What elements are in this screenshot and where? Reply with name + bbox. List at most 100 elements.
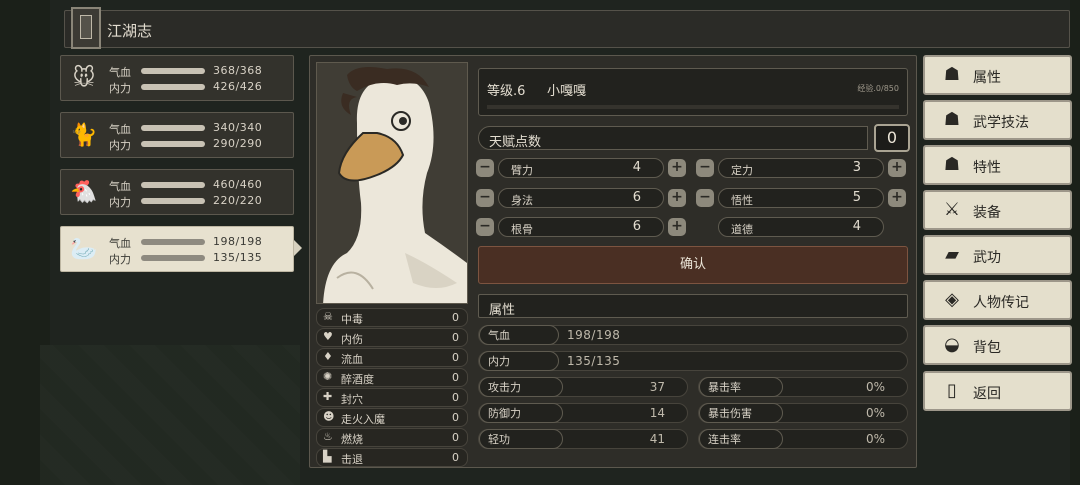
hp-bar (141, 125, 205, 131)
attribute-name: 定力 (731, 164, 753, 177)
hp-value: 368/368 (213, 64, 263, 77)
menu-label: 武功 (973, 250, 1001, 266)
minus-button[interactable]: − (696, 189, 714, 207)
menu-traits[interactable]: ☗ 特性 (923, 145, 1072, 185)
title-bar: 江湖志 (64, 7, 1070, 49)
stat-defense: 防御力 14 (478, 403, 688, 423)
goose-icon: 🦢 (70, 237, 98, 262)
party-member-3[interactable]: 🐔 气血 460/460 内力 220/220 (60, 169, 294, 215)
stat-value: 14 (649, 406, 665, 420)
menu-martial-skills[interactable]: ☗ 武学技法 (923, 100, 1072, 140)
status-row: ♨ 燃烧 0 (316, 428, 468, 447)
status-value: 0 (452, 331, 459, 344)
attribute-name: 臂力 (511, 164, 533, 177)
level-box: 等级.6 小嘎嘎 经验.0/850 (478, 68, 908, 116)
attribute-name: 身法 (511, 194, 533, 207)
minus-button[interactable]: − (476, 218, 494, 236)
plus-button[interactable]: + (888, 159, 906, 177)
status-effects-list: ☠ 中毒 0 ♥ 内伤 0 ♦ 流血 0 ✺ 醉酒度 0 ✚ 封穴 0 ☻ 走火入魔 0 ♨ 燃烧 0 ▙ 击… (316, 308, 468, 468)
stat-value: 0% (865, 406, 885, 420)
attribute-box: 道德 4 (718, 217, 884, 237)
party-member-4-selected[interactable]: 🦢 气血 198/198 内力 135/135 (60, 226, 294, 272)
attribute-box: 身法 6 (498, 188, 664, 208)
demon-icon: ☻ (323, 410, 335, 423)
status-name: 击退 (341, 453, 363, 466)
fire-icon: ♨ (323, 430, 333, 443)
mp-pool-label: 内力 (479, 351, 559, 371)
status-name: 封穴 (341, 393, 363, 406)
status-name: 流血 (341, 353, 363, 366)
plus-button[interactable]: + (888, 189, 906, 207)
talent-points-label: 天赋点数 (489, 135, 542, 150)
section-label: 属性 (489, 303, 516, 318)
menu-label: 武学技法 (973, 115, 1029, 131)
status-name: 中毒 (341, 313, 363, 326)
stat-name: 连击率 (699, 429, 783, 449)
status-value: 0 (452, 451, 459, 464)
status-name: 内伤 (341, 333, 363, 346)
attribute-value: 4 (632, 160, 641, 175)
party-member-2[interactable]: 🐈 气血 340/340 内力 290/290 (60, 112, 294, 158)
hp-row: 气血 340/340 (109, 121, 289, 136)
party-member-1[interactable]: 🐭 气血 368/368 内力 426/426 (60, 55, 294, 101)
attribute-box: 悟性 5 (718, 188, 884, 208)
status-row: ♥ 内伤 0 (316, 328, 468, 347)
attribute-box: 臂力 4 (498, 158, 664, 178)
menu-back[interactable]: ▯ 返回 (923, 371, 1072, 411)
menu-label: 返回 (973, 386, 1001, 402)
menu-attributes[interactable]: ☗ 属性 (923, 55, 1072, 95)
attribute-name: 根骨 (511, 223, 533, 236)
talent-points-row: 天赋点数 (478, 126, 868, 150)
mp-pool-row: 内力 135/135 (478, 351, 908, 371)
character-panel: ☠ 中毒 0 ♥ 内伤 0 ♦ 流血 0 ✺ 醉酒度 0 ✚ 封穴 0 ☻ 走火入魔 0 ♨ 燃烧 0 ▙ 击… (309, 55, 917, 468)
plus-button[interactable]: + (668, 218, 686, 236)
stat-value: 41 (649, 432, 665, 446)
mp-row: 内力 290/290 (109, 137, 289, 152)
stat-value: 0% (865, 380, 885, 394)
confirm-button[interactable]: 确认 (478, 246, 908, 284)
hp-row: 气血 198/198 (109, 235, 289, 250)
mp-label: 内力 (109, 82, 131, 95)
stat-name: 暴击率 (699, 377, 783, 397)
mp-label: 内力 (109, 196, 131, 209)
menu-inventory[interactable]: ◒ 背包 (923, 325, 1072, 365)
status-row: ☻ 走火入魔 0 (316, 408, 468, 427)
door-icon: ▯ (947, 380, 957, 401)
plus-button[interactable]: + (668, 159, 686, 177)
attribute-value: 6 (632, 219, 641, 234)
mp-row: 内力 135/135 (109, 251, 289, 266)
mp-label: 内力 (109, 253, 131, 266)
cat-icon: 🐈 (70, 123, 98, 148)
attribute-name: 道德 (731, 223, 753, 236)
minus-button[interactable]: − (476, 159, 494, 177)
trait-person-icon: ☗ (943, 154, 961, 175)
menu-kungfu[interactable]: ▰ 武功 (923, 235, 1072, 275)
menu-label: 人物传记 (973, 295, 1029, 311)
talent-points-value: 0 (874, 124, 910, 152)
hp-label: 气血 (109, 66, 131, 79)
status-name: 走火入魔 (341, 413, 385, 426)
status-value: 0 (452, 391, 459, 404)
hp-value: 198/198 (213, 235, 263, 248)
menu-biography[interactable]: ◈ 人物传记 (923, 280, 1072, 320)
chicken-icon: 🐔 (70, 180, 98, 205)
hp-label: 气血 (109, 237, 131, 250)
skull-icon: ☠ (323, 310, 333, 323)
stat-value: 37 (649, 380, 665, 394)
girl-face-icon: 🐭 (72, 66, 96, 91)
status-row: ☠ 中毒 0 (316, 308, 468, 327)
minus-button[interactable]: − (476, 189, 494, 207)
status-row: ▙ 击退 0 (316, 448, 468, 467)
menu-label: 背包 (973, 340, 1001, 356)
minus-button[interactable]: − (696, 159, 714, 177)
status-value: 0 (452, 311, 459, 324)
menu-equipment[interactable]: ⚔ 装备 (923, 190, 1072, 230)
attributes-section-header: 属性 (478, 294, 908, 318)
mp-bar (141, 255, 205, 261)
status-row: ✺ 醉酒度 0 (316, 368, 468, 387)
mp-pool-value: 135/135 (567, 354, 621, 368)
mp-row: 内力 220/220 (109, 194, 289, 209)
plus-button[interactable]: + (668, 189, 686, 207)
goose-portrait-icon (317, 63, 467, 303)
status-value: 0 (452, 411, 459, 424)
